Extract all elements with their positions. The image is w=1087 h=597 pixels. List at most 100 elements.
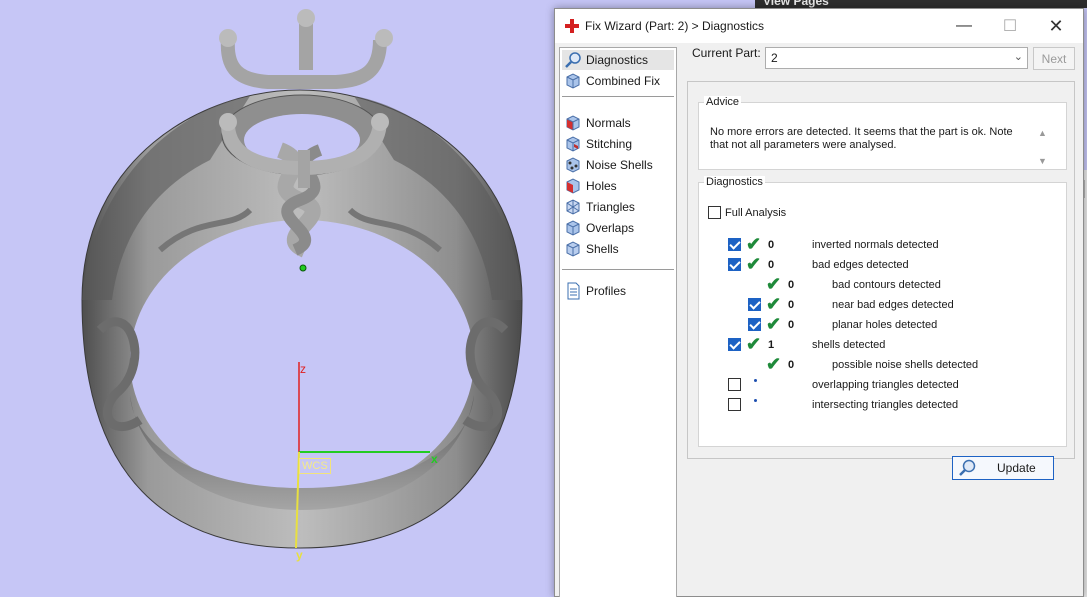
advice-group-label: Advice [704, 96, 742, 108]
nav-label: Triangles [586, 200, 635, 214]
full-analysis-checkbox[interactable]: Full Analysis [708, 206, 786, 219]
diagnostic-row: ✔ 0 bad edges detected [688, 254, 1076, 274]
diagnostic-checkbox[interactable] [728, 378, 741, 391]
chevron-down-icon: ⌄ [1013, 51, 1023, 63]
scroll-up-icon[interactable]: ▲ [1038, 128, 1047, 138]
diagnostic-checkbox[interactable] [728, 258, 741, 271]
diagnostic-label: overlapping triangles detected [812, 379, 959, 391]
diagnostic-row: ✔ 0 planar holes detected [688, 314, 1076, 334]
nav-label: Overlaps [586, 221, 635, 235]
diagnostic-count: 1 [768, 339, 775, 351]
full-analysis-label: Full Analysis [725, 206, 787, 219]
nav-separator [562, 269, 674, 270]
nav-label: Profiles [586, 284, 627, 298]
diagnostic-row: ✔ 0 inverted normals detected [688, 234, 1076, 254]
cube-red-face-icon [566, 115, 580, 131]
diagnostic-label: bad contours detected [832, 279, 941, 291]
axis-x-label: x [431, 452, 438, 466]
nav-label: Normals [586, 116, 631, 130]
diagnostics-panel: Advice No more errors are detected. It s… [687, 81, 1076, 480]
update-label: Update [997, 461, 1036, 475]
nav-label: Stitching [586, 137, 633, 151]
nav-label: Noise Shells [586, 158, 653, 172]
diagnostic-label: intersecting triangles detected [812, 399, 959, 411]
diagnostic-label: inverted normals detected [812, 239, 939, 251]
nav-item-overlaps[interactable]: Overlaps [564, 218, 634, 238]
magnifier-icon [565, 52, 581, 68]
diagnostic-row: ✔ 0 bad contours detected [688, 274, 1076, 294]
nav-label: Shells [586, 242, 619, 256]
background-window-title: View Pages [763, 0, 829, 8]
diagnostic-row: ✔ 1 shells detected [688, 334, 1076, 354]
3d-viewport[interactable]: z x y WCS [0, 0, 560, 597]
diagnostic-label: bad edges detected [812, 259, 909, 271]
diagnostic-label: possible noise shells detected [832, 359, 979, 371]
diagnostic-count: 0 [788, 299, 795, 311]
diagnostic-checkbox[interactable] [728, 238, 741, 251]
full-analysis-box[interactable] [708, 206, 721, 219]
current-part-value: 2 [771, 51, 778, 65]
nav-item-holes[interactable]: Holes [564, 176, 617, 196]
cube-overlap-icon [566, 220, 580, 236]
advice-text: No more errors are detected. It seems th… [710, 126, 1030, 152]
dialog-titlebar[interactable]: Fix Wizard (Part: 2) > Diagnostics — ☐ ✕ [555, 9, 1083, 43]
update-button[interactable]: Update [952, 456, 1054, 480]
diagnostic-count: 0 [788, 359, 795, 371]
nav-item-normals[interactable]: Normals [564, 113, 631, 133]
fix-wizard-dialog: Fix Wizard (Part: 2) > Diagnostics — ☐ ✕… [554, 8, 1084, 597]
advice-line-2: that not all parameters were analysed. [710, 139, 897, 151]
magnifier-icon [959, 459, 976, 476]
nav-item-shells[interactable]: Shells [564, 239, 619, 259]
check-ok-icon: ✔ [746, 234, 762, 254]
check-ok-icon: ✔ [766, 354, 782, 374]
nav-item-profiles[interactable]: Profiles [564, 281, 626, 301]
nav-item-noise-shells[interactable]: Noise Shells [564, 155, 653, 175]
diagnostic-row: ✔ 0 near bad edges detected [688, 294, 1076, 314]
close-button[interactable]: ✕ [1033, 9, 1079, 43]
nav-item-triangles[interactable]: Triangles [564, 197, 635, 217]
cube-stitch-icon [566, 136, 580, 152]
nav-item-combined-fix[interactable]: Combined Fix [564, 71, 660, 91]
diagnostic-checkbox[interactable] [748, 298, 761, 311]
diagnostic-row: intersecting triangles detected [688, 396, 1076, 414]
diagnostic-count: 0 [768, 259, 775, 271]
maximize-button[interactable]: ☐ [987, 9, 1033, 43]
dialog-title: Fix Wizard (Part: 2) > Diagnostics [585, 19, 765, 33]
current-part-label: Current Part: [692, 46, 761, 60]
cube-fix-icon [566, 73, 580, 89]
nav-label: Combined Fix [586, 74, 661, 88]
diagnostic-count: 0 [768, 239, 775, 251]
diagnostic-count: 0 [788, 279, 795, 291]
check-ok-icon: ✔ [746, 254, 762, 274]
diagnostics-pane: Current Part: 2 ⌄ Next Advice No more er… [687, 43, 1080, 480]
advice-line-1: No more errors are detected. It seems th… [710, 126, 1013, 138]
nav-label: Holes [586, 179, 617, 193]
current-part-select[interactable]: 2 ⌄ [765, 47, 1028, 69]
diagnostic-checkbox[interactable] [748, 318, 761, 331]
next-button[interactable]: Next [1033, 47, 1075, 70]
cube-noise-icon [566, 157, 580, 173]
document-icon [567, 282, 580, 300]
cube-triangles-icon [566, 199, 580, 215]
not-analysed-dot-icon [754, 399, 757, 402]
scroll-down-icon[interactable]: ▼ [1038, 156, 1047, 166]
axis-y-label: y [296, 548, 303, 562]
nav-label: Diagnostics [586, 53, 649, 67]
nav-item-diagnostics[interactable]: Diagnostics [562, 50, 674, 70]
wizard-nav-list: Diagnostics Combined Fix Normals Stitchi… [559, 47, 677, 597]
diagnostic-checkbox[interactable] [728, 338, 741, 351]
axis-z-label: z [300, 362, 306, 376]
ring-model[interactable] [0, 0, 560, 597]
check-ok-icon: ✔ [766, 274, 782, 294]
diagnostic-label: near bad edges detected [832, 299, 954, 311]
nav-item-stitching[interactable]: Stitching [564, 134, 632, 154]
cube-hole-icon [566, 178, 580, 194]
check-ok-icon: ✔ [766, 294, 782, 314]
diagnostic-label: shells detected [812, 339, 886, 351]
diagnostic-row: overlapping triangles detected [688, 376, 1076, 394]
diagnostic-count: 0 [788, 319, 795, 331]
advice-scrollbar[interactable]: ▲ ▼ [1036, 126, 1050, 172]
check-ok-icon: ✔ [746, 334, 762, 354]
minimize-button[interactable]: — [941, 9, 987, 43]
diagnostic-checkbox[interactable] [728, 398, 741, 411]
